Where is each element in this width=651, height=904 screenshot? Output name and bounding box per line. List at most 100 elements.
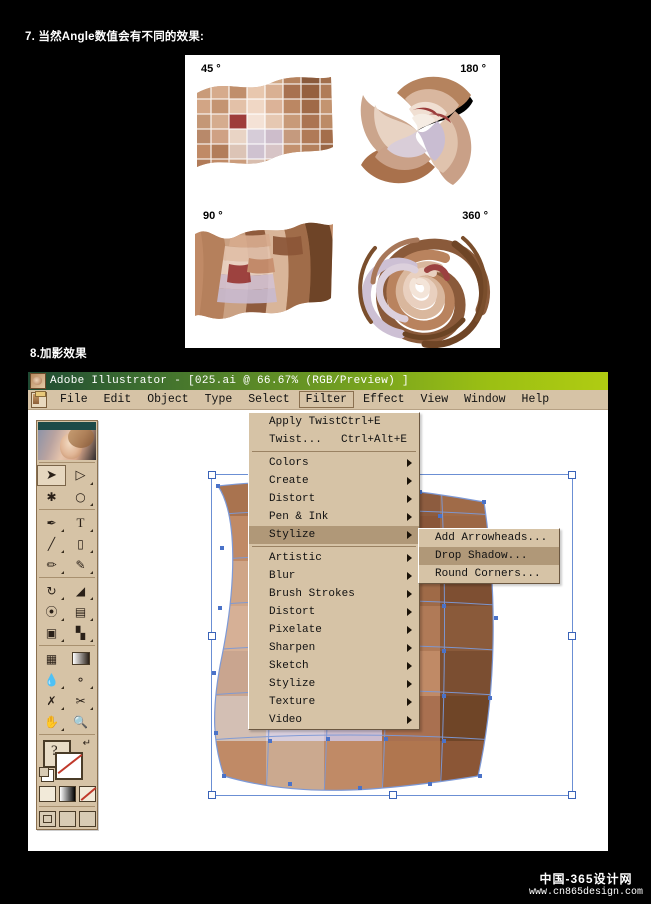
- pencil-tool[interactable]: ✎: [66, 554, 95, 575]
- menu-item-help[interactable]: Help: [515, 391, 557, 408]
- menu-video[interactable]: Video: [249, 711, 419, 729]
- submenu-add-arrowheads[interactable]: Add Arrowheads...: [419, 529, 559, 547]
- full-screen-menubar-mode[interactable]: [58, 811, 76, 827]
- tool-row: ✒ T: [37, 512, 97, 533]
- menu-label: Pen & Ink: [269, 511, 329, 523]
- selection-arrow-tool[interactable]: ➤: [37, 465, 66, 486]
- scale-tool[interactable]: ◢: [66, 580, 95, 601]
- toolbox-divider: [39, 806, 95, 807]
- window-title: Adobe Illustrator - [025.ai @ 66.67% (RG…: [50, 375, 409, 387]
- menu-stylize-vector[interactable]: Stylize: [249, 526, 419, 544]
- handle-middle-left[interactable]: [208, 632, 216, 640]
- menu-item-select[interactable]: Select: [241, 391, 296, 408]
- menu-distort-raster[interactable]: Distort: [249, 603, 419, 621]
- submenu-round-corners[interactable]: Round Corners...: [419, 565, 559, 583]
- menu-sharpen[interactable]: Sharpen: [249, 639, 419, 657]
- standard-screen-mode[interactable]: [38, 811, 56, 827]
- handle-bottom-left[interactable]: [208, 791, 216, 799]
- handle-top-left[interactable]: [208, 471, 216, 479]
- menu-item-view[interactable]: View: [414, 391, 456, 408]
- tool-row: ▦: [37, 648, 97, 669]
- handle-bottom-center[interactable]: [389, 791, 397, 799]
- figure-90: 90 °: [185, 202, 342, 348]
- symbol-sprayer-tool[interactable]: ▣: [37, 622, 66, 643]
- menu-artistic[interactable]: Artistic: [249, 549, 419, 567]
- menu-apply-twist[interactable]: Apply Twist Ctrl+E: [249, 413, 419, 431]
- menu-item-window[interactable]: Window: [457, 391, 512, 408]
- menu-label: Brush Strokes: [269, 588, 355, 600]
- menu-item-edit[interactable]: Edit: [97, 391, 139, 408]
- menu-brush-strokes[interactable]: Brush Strokes: [249, 585, 419, 603]
- menu-blur[interactable]: Blur: [249, 567, 419, 585]
- step-7-caption: 7. 当然Angle数值会有不同的效果:: [25, 31, 205, 43]
- menu-stylize-raster[interactable]: Stylize: [249, 675, 419, 693]
- menu-colors[interactable]: Colors: [249, 454, 419, 472]
- screen-mode-row: [37, 809, 97, 829]
- menu-label: Artistic: [269, 552, 322, 564]
- default-fill-stroke-icon[interactable]: [39, 767, 54, 782]
- menu-pixelate[interactable]: Pixelate: [249, 621, 419, 639]
- slice-tool[interactable]: ✗: [37, 690, 66, 711]
- zoom-tool[interactable]: 🔍: [66, 711, 95, 732]
- menu-distort-vector[interactable]: Distort: [249, 490, 419, 508]
- menu-twist[interactable]: Twist... Ctrl+Alt+E: [249, 431, 419, 449]
- tool-row: ▣ ▚: [37, 622, 97, 643]
- lasso-tool[interactable]: ○: [66, 486, 95, 507]
- submenu-arrow-icon: [407, 590, 412, 598]
- menu-sketch[interactable]: Sketch: [249, 657, 419, 675]
- gradient-tool[interactable]: [66, 648, 95, 669]
- menu-label: Distort: [269, 493, 316, 505]
- line-segment-tool[interactable]: ╱: [37, 533, 66, 554]
- mesh-tool[interactable]: ▦: [37, 648, 66, 669]
- stroke-swatch-none[interactable]: [55, 752, 83, 780]
- toolbox-divider: [39, 734, 95, 735]
- fill-stroke-controls: ↵: [39, 738, 93, 782]
- menu-label: Video: [269, 714, 303, 726]
- submenu-arrow-icon: [407, 626, 412, 634]
- color-swatch[interactable]: [38, 786, 56, 802]
- figure-45: 45 °: [185, 55, 342, 201]
- menu-create[interactable]: Create: [249, 472, 419, 490]
- pen-tool[interactable]: ✒: [37, 512, 66, 533]
- rotate-tool[interactable]: ↻: [37, 580, 66, 601]
- menu-item-object[interactable]: Object: [140, 391, 195, 408]
- rectangle-tool[interactable]: ▯: [66, 533, 95, 554]
- hand-tool[interactable]: ✋: [37, 711, 66, 732]
- scissors-tool[interactable]: ✂: [66, 690, 95, 711]
- filter-dropdown-menu: Apply Twist Ctrl+E Twist... Ctrl+Alt+E C…: [248, 412, 420, 730]
- type-tool[interactable]: T: [66, 512, 95, 533]
- direct-selection-tool[interactable]: ▷: [66, 465, 95, 486]
- menu-texture[interactable]: Texture: [249, 693, 419, 711]
- warp-tool[interactable]: ⦿: [37, 601, 66, 622]
- eyedropper-tool[interactable]: 💧: [37, 669, 66, 690]
- menu-label: Apply Twist: [269, 416, 342, 428]
- handle-middle-right[interactable]: [568, 632, 576, 640]
- handle-bottom-right[interactable]: [568, 791, 576, 799]
- handle-top-right[interactable]: [568, 471, 576, 479]
- menu-item-type[interactable]: Type: [198, 391, 240, 408]
- menu-item-file[interactable]: File: [53, 391, 95, 408]
- magic-wand-tool[interactable]: ✱: [37, 486, 66, 507]
- blend-tool[interactable]: ⚬: [66, 669, 95, 690]
- document-control-icon[interactable]: [31, 390, 47, 408]
- gradient-swatch[interactable]: [58, 786, 76, 802]
- tool-row: ⦿ ▤: [37, 601, 97, 622]
- submenu-arrow-icon: [407, 716, 412, 724]
- submenu-arrow-icon: [407, 459, 412, 467]
- watermark-title: 中国-365设计网: [539, 871, 633, 886]
- menu-pen-and-ink[interactable]: Pen & Ink: [249, 508, 419, 526]
- menu-separator: [252, 451, 416, 452]
- toolbox-titlebar[interactable]: [38, 422, 96, 430]
- paint-mode-row: [37, 784, 97, 804]
- menu-item-filter[interactable]: Filter: [298, 391, 355, 408]
- menu-label: Colors: [269, 457, 309, 469]
- none-swatch[interactable]: [78, 786, 96, 802]
- column-graph-tool[interactable]: ▚: [66, 622, 95, 643]
- window-titlebar: Adobe Illustrator - [025.ai @ 66.67% (RG…: [28, 372, 608, 390]
- full-screen-mode[interactable]: [78, 811, 96, 827]
- menu-item-effect[interactable]: Effect: [356, 391, 411, 408]
- swap-fill-stroke-icon[interactable]: ↵: [83, 738, 91, 749]
- paintbrush-tool[interactable]: ✏: [37, 554, 66, 575]
- submenu-drop-shadow[interactable]: Drop Shadow...: [419, 547, 559, 565]
- free-transform-tool[interactable]: ▤: [66, 601, 95, 622]
